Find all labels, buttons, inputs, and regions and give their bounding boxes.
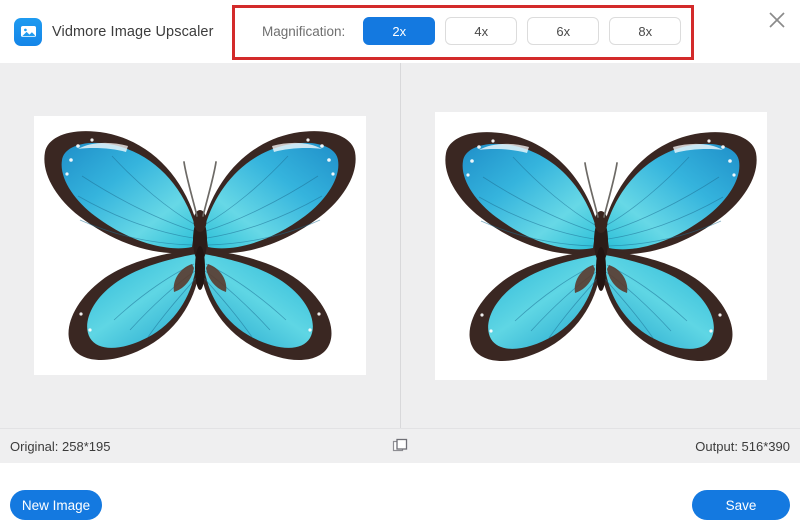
status-bar: Original: 258*195 Output: 516*390 xyxy=(0,428,800,463)
magnification-option-6x[interactable]: 6x xyxy=(527,17,600,45)
close-button[interactable] xyxy=(760,3,794,37)
brand: Vidmore Image Upscaler xyxy=(14,17,214,46)
app-header: Vidmore Image Upscaler Magnification: 2x… xyxy=(0,0,800,63)
magnification-controls: Magnification: 2x 4x 6x 8x xyxy=(262,16,682,46)
magnification-option-2x[interactable]: 2x xyxy=(363,17,436,45)
magnification-option-8x[interactable]: 8x xyxy=(609,17,682,45)
output-size-label: Output: 516*390 xyxy=(695,438,790,454)
magnification-label: Magnification: xyxy=(262,23,346,39)
footer-bar: New Image Save xyxy=(0,463,800,527)
image-picture-icon xyxy=(14,17,42,46)
original-size-label: Original: 258*195 xyxy=(10,438,111,454)
new-image-button[interactable]: New Image xyxy=(10,490,102,520)
original-pane xyxy=(0,63,400,428)
upscaled-image xyxy=(434,111,767,380)
close-x-icon xyxy=(769,12,785,28)
magnification-option-4x[interactable]: 4x xyxy=(445,17,518,45)
page-title: Vidmore Image Upscaler xyxy=(52,23,214,40)
compare-squares-icon xyxy=(392,438,408,452)
preview-area xyxy=(0,63,800,428)
compare-toggle-button[interactable] xyxy=(389,435,411,457)
upscaled-pane xyxy=(400,63,800,428)
save-button[interactable]: Save xyxy=(692,490,790,520)
image-upscaler-window: Vidmore Image Upscaler Magnification: 2x… xyxy=(0,0,800,527)
original-image xyxy=(34,116,366,375)
